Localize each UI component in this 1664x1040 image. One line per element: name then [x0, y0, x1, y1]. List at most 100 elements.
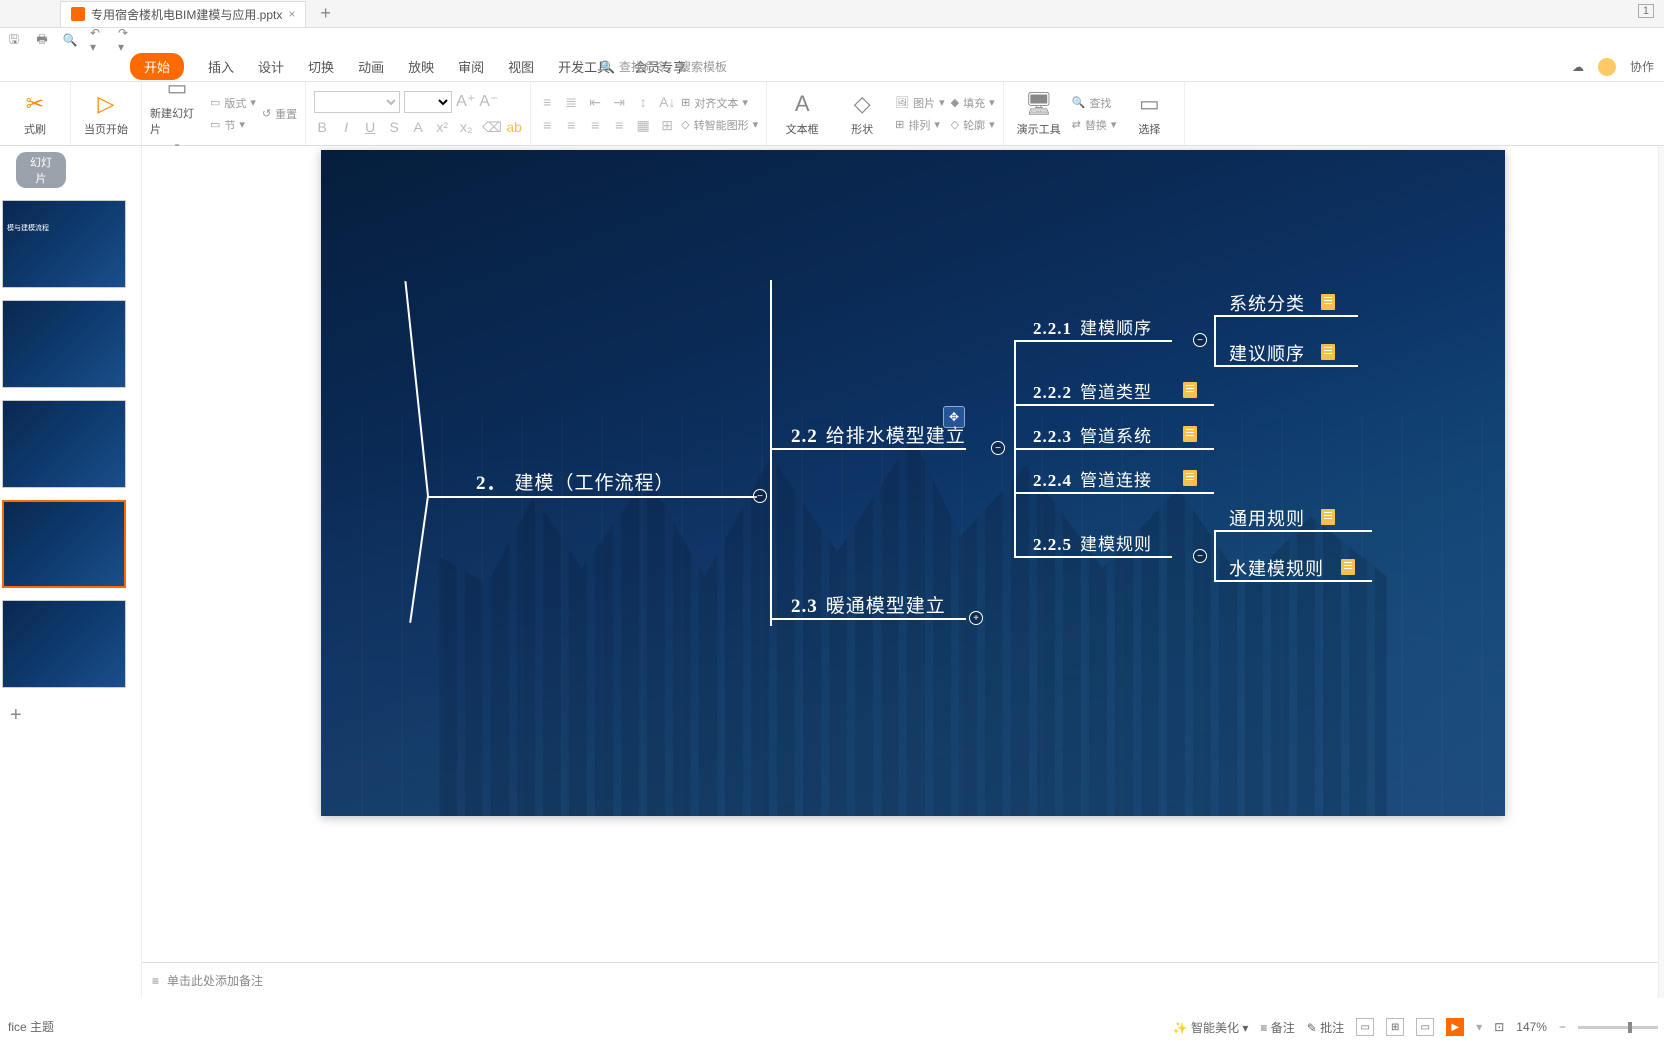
reading-view-icon[interactable]: ▭	[1416, 1018, 1434, 1036]
mm-leaf-water: 水建模规则	[1229, 555, 1324, 581]
bold-icon[interactable]: B	[314, 119, 330, 136]
find-button[interactable]: 🔍 查找	[1072, 95, 1117, 111]
toggle-221[interactable]: −	[1193, 333, 1207, 347]
text-dir-icon[interactable]: A↓	[659, 94, 675, 111]
strike-icon[interactable]: S	[386, 119, 402, 136]
tab-insert[interactable]: 插入	[208, 57, 234, 76]
notes-button[interactable]: ≡ 备注	[1260, 1019, 1294, 1036]
font-select[interactable]	[314, 91, 400, 113]
normal-view-icon[interactable]: ▭	[1356, 1018, 1374, 1036]
decrease-font-icon[interactable]: A⁻	[479, 91, 498, 113]
doc-icon	[1321, 344, 1335, 360]
align-text-button[interactable]: ⊞ 对齐文本 ▾	[681, 95, 758, 111]
size-select[interactable]	[404, 91, 452, 113]
increase-font-icon[interactable]: A⁺	[456, 91, 475, 113]
mm-leaf-order: 建议顺序	[1229, 340, 1305, 366]
outline-button[interactable]: ◇ 轮廓 ▾	[951, 117, 995, 133]
tab-design[interactable]: 设计	[258, 57, 284, 76]
zoom-slider[interactable]	[1578, 1026, 1658, 1029]
zoom-value[interactable]: 147%	[1516, 1020, 1547, 1034]
doc-icon	[1183, 426, 1197, 442]
subscript-icon[interactable]: x₂	[458, 119, 474, 136]
avatar-icon[interactable]	[1598, 58, 1616, 76]
command-search[interactable]: 🔍 查找命令、搜索模板	[600, 58, 727, 75]
new-slide[interactable]: ▭新建幻灯片▾	[150, 75, 204, 152]
tab-animation[interactable]: 动画	[358, 57, 384, 76]
ribbon-tabs: 开始 插入 设计 切换 动画 放映 审阅 视图 开发工具 会员专享 🔍 查找命令…	[0, 52, 1664, 82]
redo-icon[interactable]: ↷ ▾	[118, 32, 134, 48]
align-left-icon[interactable]: ≡	[539, 117, 555, 134]
mindmap[interactable]: 2．建模（工作流程） − 2.2给排水模型建立 − ✥	[321, 150, 1505, 816]
preview-icon[interactable]: 🔍	[62, 32, 78, 48]
comments-button[interactable]: ✎ 批注	[1307, 1019, 1344, 1036]
arrange-button[interactable]: ⊞ 排列 ▾	[895, 117, 945, 133]
toggle-23[interactable]: +	[969, 611, 983, 625]
slideshow-icon[interactable]: ▶	[1446, 1018, 1464, 1036]
shape-button[interactable]: ◇形状	[835, 91, 889, 137]
superscript-icon[interactable]: x²	[434, 119, 450, 136]
slides-tab[interactable]: 幻灯片	[16, 152, 66, 188]
slide-thumb-4[interactable]	[2, 500, 126, 588]
toggle-root[interactable]: −	[753, 489, 767, 503]
align-center-icon[interactable]: ≡	[563, 117, 579, 134]
tab-start[interactable]: 开始	[130, 53, 184, 80]
smartart-button[interactable]: ◇ 转智能图形 ▾	[681, 117, 758, 133]
tab-view[interactable]: 视图	[508, 57, 534, 76]
toggle-22[interactable]: −	[991, 441, 1005, 455]
tab-title: 专用宿舍楼机电BIM建模与应用.pptx	[91, 6, 282, 23]
align-justify-icon[interactable]: ≡	[611, 117, 627, 134]
tab-transition[interactable]: 切换	[308, 57, 334, 76]
collab-button[interactable]: 协作	[1630, 58, 1654, 75]
window-indicator[interactable]: 1	[1638, 4, 1654, 18]
save-icon[interactable]: 🖫	[6, 32, 22, 48]
indent-inc-icon[interactable]: ⇥	[611, 94, 627, 111]
align-dist-icon[interactable]: ⊞	[659, 117, 675, 134]
highlight-icon[interactable]: ab	[506, 119, 522, 136]
bullets-icon[interactable]: ≡	[539, 94, 555, 111]
slide-thumb-1[interactable]: 模与建模流程	[2, 200, 126, 288]
indent-dec-icon[interactable]: ⇤	[587, 94, 603, 111]
cloud-icon[interactable]: ☁	[1572, 60, 1584, 74]
search-icon: 🔍	[600, 60, 615, 74]
slide-thumb-2[interactable]	[2, 300, 126, 388]
fill-button[interactable]: ◆ 填充 ▾	[951, 95, 995, 111]
toggle-225[interactable]: −	[1193, 549, 1207, 563]
numbering-icon[interactable]: ≣	[563, 94, 579, 111]
demo-tools[interactable]: 🖥演示工具	[1012, 91, 1066, 137]
textbox-button[interactable]: A文本框	[775, 91, 829, 137]
zoom-out-icon[interactable]: −	[1559, 1020, 1566, 1034]
format-painter[interactable]: ✂式刷	[8, 91, 62, 137]
sorter-view-icon[interactable]: ⊞	[1386, 1018, 1404, 1036]
document-tab[interactable]: 专用宿舍楼机电BIM建模与应用.pptx ×	[60, 1, 306, 27]
clear-format-icon[interactable]: ⌫	[482, 119, 498, 136]
linespacing-icon[interactable]: ↕	[635, 94, 651, 111]
undo-icon[interactable]: ↶ ▾	[90, 32, 106, 48]
notes-bar[interactable]: ≡ 单击此处添加备注	[142, 962, 1664, 998]
reset-button[interactable]: ↺ 重置	[262, 106, 297, 122]
slide-thumb-5[interactable]	[2, 600, 126, 688]
tab-close[interactable]: ×	[288, 7, 295, 21]
replace-button[interactable]: ⇄ 替换 ▾	[1072, 117, 1117, 133]
fit-icon[interactable]: ⊡	[1494, 1020, 1504, 1034]
align-right-icon[interactable]: ≡	[587, 117, 603, 134]
tab-add[interactable]: +	[320, 3, 331, 24]
font-color-icon[interactable]: A	[410, 119, 426, 136]
beautify-button[interactable]: ✨ 智能美化 ▾	[1173, 1019, 1249, 1036]
select-button[interactable]: ▭选择	[1122, 91, 1176, 137]
right-panel[interactable]	[1658, 146, 1664, 998]
doc-icon	[1183, 470, 1197, 486]
section-button[interactable]: ▭ 节 ▾	[210, 117, 256, 133]
tab-review[interactable]: 审阅	[458, 57, 484, 76]
quick-access: 🖫 🖶 🔍 ↶ ▾ ↷ ▾	[0, 28, 1664, 52]
slide-canvas[interactable]: 2．建模（工作流程） − 2.2给排水模型建立 − ✥	[321, 150, 1505, 816]
picture-button[interactable]: 🖼 图片 ▾	[895, 95, 945, 111]
underline-icon[interactable]: U	[362, 119, 378, 136]
add-slide[interactable]: +	[10, 704, 131, 727]
slide-thumb-3[interactable]	[2, 400, 126, 488]
columns-icon[interactable]: ▦	[635, 117, 651, 134]
from-current-slide[interactable]: ▷当页开始	[79, 91, 133, 137]
print-icon[interactable]: 🖶	[34, 32, 50, 48]
italic-icon[interactable]: I	[338, 119, 354, 136]
tab-slideshow[interactable]: 放映	[408, 57, 434, 76]
layout-button[interactable]: ▭ 版式 ▾	[210, 95, 256, 111]
